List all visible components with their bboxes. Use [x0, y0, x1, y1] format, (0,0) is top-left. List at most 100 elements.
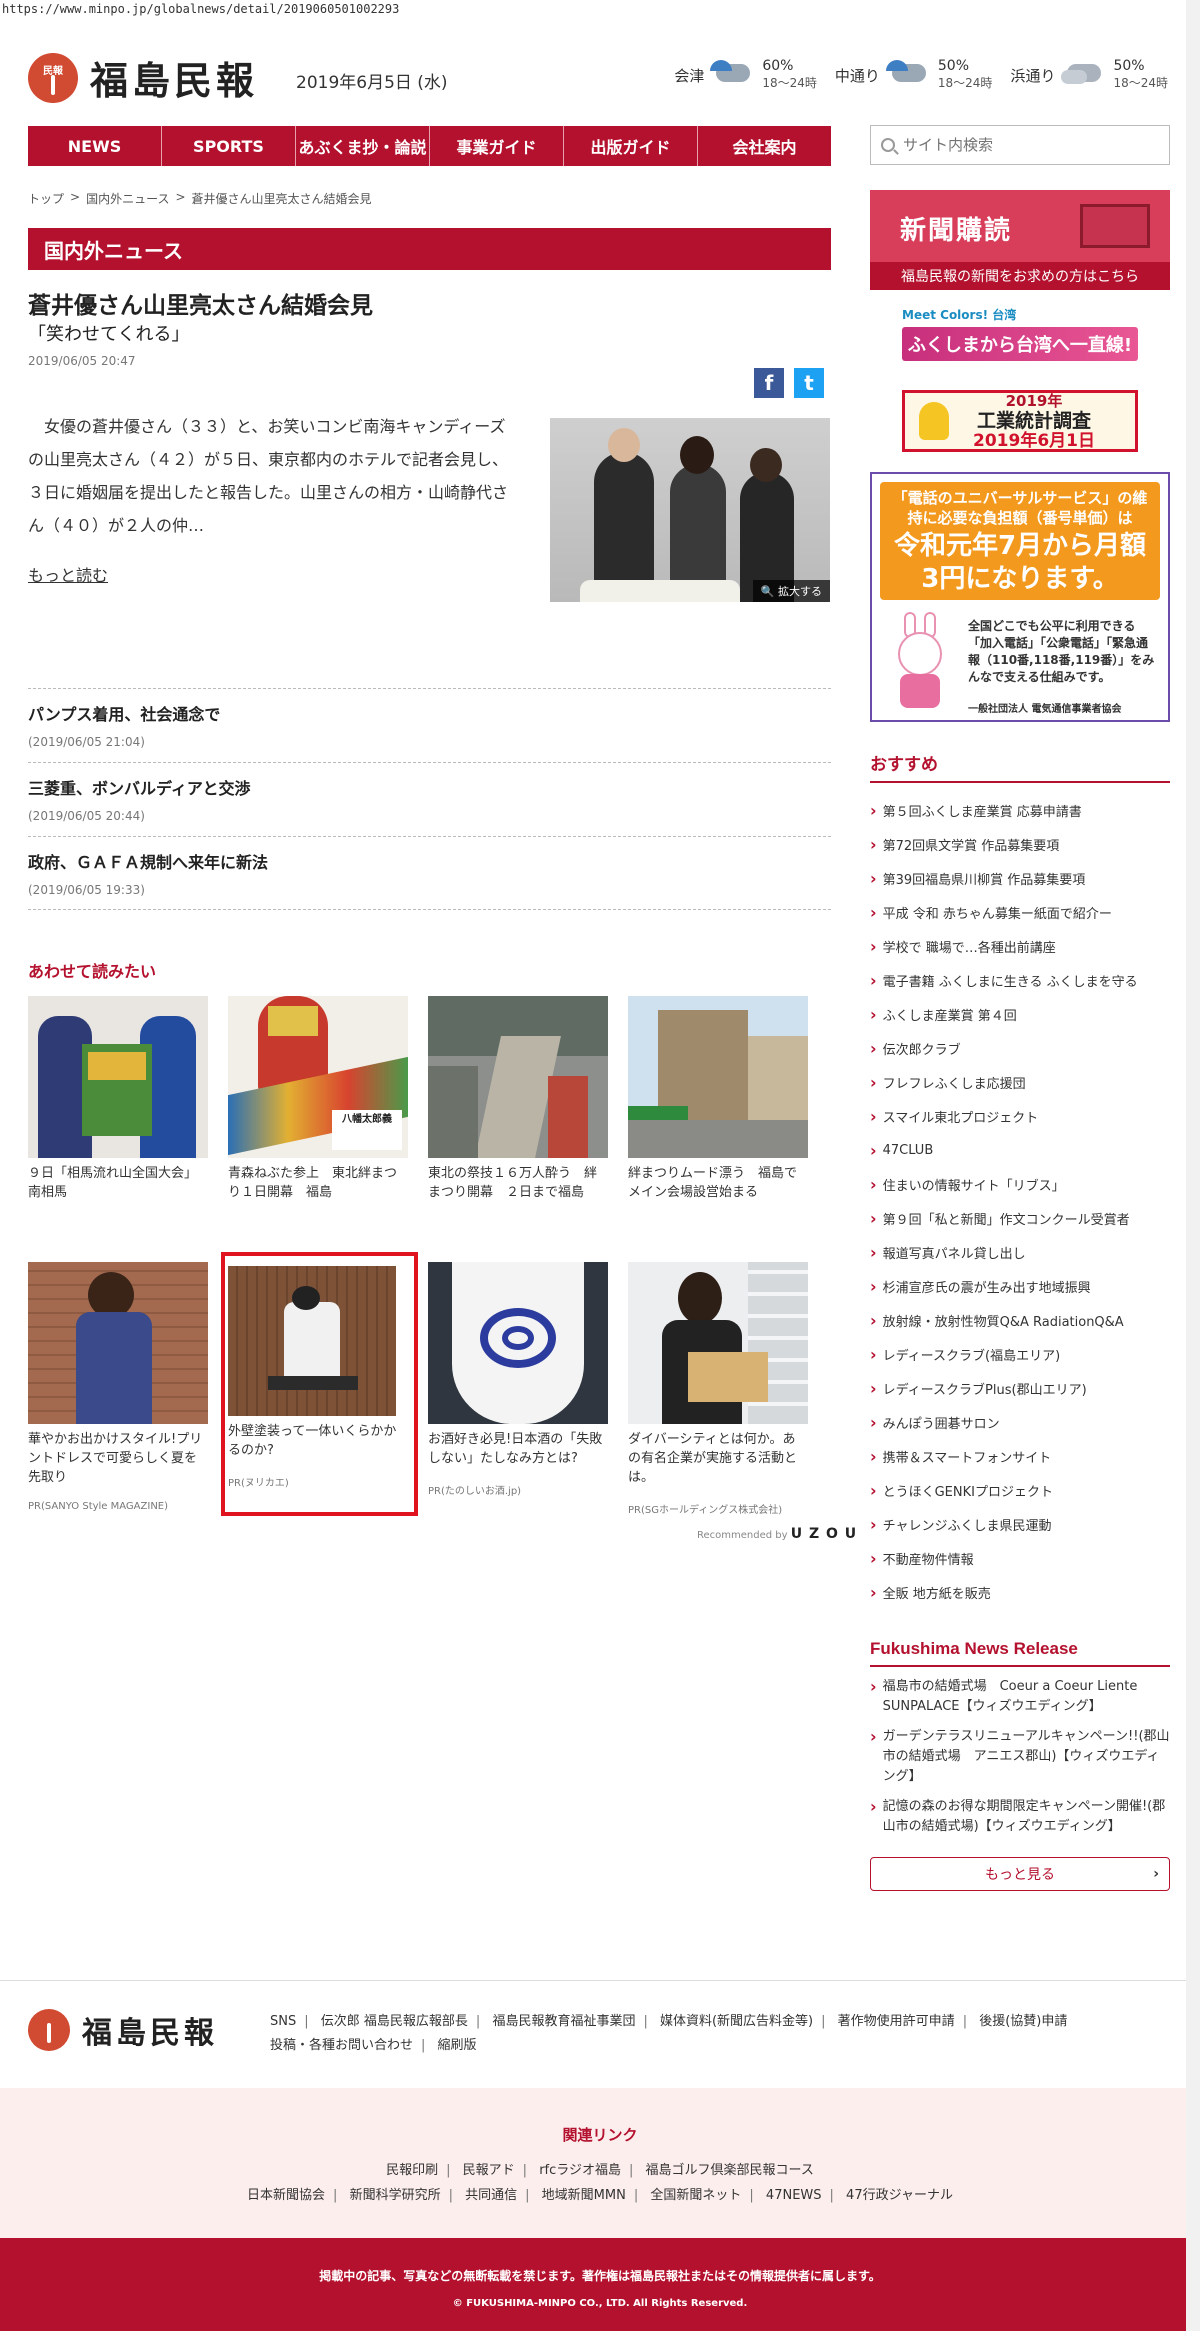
recommend-link[interactable]: 杉浦宣彦氏の震が生み出す地域振興 — [870, 1269, 1170, 1303]
nav-news[interactable]: NEWS — [28, 126, 162, 166]
footer-link[interactable]: 後援(協賛)申請 — [979, 2014, 1067, 2029]
related-link[interactable]: 共同通信 — [465, 2188, 517, 2203]
related-link[interactable]: 47行政ジャーナル — [846, 2188, 953, 2203]
news-item[interactable]: 政府、ＧＡＦＡ規制へ来年に新法 (2019/06/05 19:33) — [28, 836, 831, 910]
article-date: 2019/06/05 20:47 — [28, 354, 136, 368]
page-scrollbar[interactable] — [1186, 0, 1200, 2331]
related-card[interactable]: 八幡太郎義 青森ねぶた参上 東北絆まつり１日開幕 福島 — [228, 996, 408, 1202]
ad-title[interactable]: ダイバーシティとは何か。あの有名企業が実施する活動とは。 — [628, 1430, 808, 1487]
breadcrumb-section[interactable]: 国内外ニュース — [86, 190, 169, 207]
related-thumb[interactable]: 八幡太郎義 — [228, 996, 408, 1158]
ad-thumb[interactable] — [428, 1262, 608, 1424]
related-title[interactable]: 青森ねぶた参上 東北絆まつり１日開幕 福島 — [228, 1164, 408, 1202]
news-title[interactable]: 三菱重、ボンバルディアと交渉 — [28, 775, 831, 799]
recommend-link[interactable]: 不動産物件情報 — [870, 1541, 1170, 1575]
related-card[interactable]: 東北の祭技１６万人酔う 絆まつり開幕 ２日まで福島 — [428, 996, 608, 1202]
breadcrumb-top[interactable]: トップ — [28, 190, 64, 207]
related-thumb[interactable] — [428, 996, 608, 1158]
recommend-link[interactable]: スマイル東北プロジェクト — [870, 1099, 1170, 1133]
recommend-link[interactable]: とうほくGENKIプロジェクト — [870, 1473, 1170, 1507]
footer-link[interactable]: 縮刷版 — [438, 2038, 477, 2053]
related-link[interactable]: 福島ゴルフ倶楽部民報コース — [646, 2163, 814, 2178]
more-button[interactable]: もっと見る › — [870, 1857, 1170, 1891]
related-thumb[interactable] — [628, 996, 808, 1158]
news-title[interactable]: 政府、ＧＡＦＡ規制へ来年に新法 — [28, 849, 831, 873]
site-logo[interactable]: 民報 福島民報 — [28, 50, 258, 105]
recommend-link[interactable]: 住まいの情報サイト「リブス」 — [870, 1167, 1170, 1201]
recommend-heading: おすすめ — [870, 750, 1170, 783]
subscribe-banner[interactable]: 新聞購読 福島民報の新聞をお求めの方はこちら — [870, 190, 1170, 290]
related-link[interactable]: 民報アド — [463, 2163, 515, 2178]
nav-publishing-guide[interactable]: 出版ガイド — [564, 126, 698, 166]
recommend-link[interactable]: 全販 地方紙を販売 — [870, 1575, 1170, 1609]
ad-card[interactable]: ダイバーシティとは何か。あの有名企業が実施する活動とは。 PR(SGホールディン… — [628, 1262, 808, 1516]
twitter-share-icon[interactable]: t — [794, 368, 824, 398]
nav-abukumasho[interactable]: あぶくま抄・論説 — [296, 126, 430, 166]
recommend-link[interactable]: フレフレふくしま応援団 — [870, 1065, 1170, 1099]
taiwan-banner[interactable]: Meet Colors! 台湾 ふくしまから台湾へ一直線! — [902, 306, 1138, 376]
related-link[interactable]: 全国新聞ネット — [650, 2188, 741, 2203]
related-link[interactable]: 新聞科学研究所 — [350, 2188, 441, 2203]
search-input[interactable] — [903, 136, 1143, 154]
related-link[interactable]: 47NEWS — [766, 2188, 822, 2203]
ad-thumb[interactable] — [28, 1262, 208, 1424]
related-card[interactable]: ９日「相馬流れ山全国大会」 南相馬 — [28, 996, 208, 1202]
ad-title[interactable]: 華やかお出かけスタイル!プリントドレスで可愛らしく夏を先取り — [28, 1430, 208, 1487]
read-more-link[interactable]: もっと読む — [28, 562, 108, 586]
recommend-link[interactable]: みんぽう囲碁サロン — [870, 1405, 1170, 1439]
recommend-link[interactable]: 平成 令和 赤ちゃん募集ー紙面で紹介ー — [870, 895, 1170, 929]
related-card[interactable]: 絆まつりムード漂う 福島でメイン会場設営始まる — [628, 996, 808, 1202]
related-link[interactable]: 民報印刷 — [386, 2163, 438, 2178]
footer-link[interactable]: 伝次郎 福島民報広報部長 — [321, 2014, 468, 2029]
recommend-link[interactable]: ふくしま産業賞 第４回 — [870, 997, 1170, 1031]
recommend-link[interactable]: 第39回福島県川柳賞 作品募集要項 — [870, 861, 1170, 895]
footer-link[interactable]: SNS — [270, 2014, 296, 2029]
universal-service-banner[interactable]: 「電話のユニバーサルサービス」の維持に必要な負担額（番号単価）は 令和元年7月か… — [870, 472, 1170, 722]
footer-link[interactable]: 著作物使用許可申請 — [838, 2014, 955, 2029]
related-link[interactable]: 日本新聞協会 — [247, 2188, 325, 2203]
related-title[interactable]: 東北の祭技１６万人酔う 絆まつり開幕 ２日まで福島 — [428, 1164, 608, 1202]
ad-title[interactable]: お酒好き必見!日本酒の「失敗しない」たしなみ方とは? — [428, 1430, 608, 1468]
related-link[interactable]: 地域新聞MMN — [542, 2188, 626, 2203]
recommend-link[interactable]: 第５回ふくしま産業賞 応募申請書 — [870, 793, 1170, 827]
news-title[interactable]: パンプス着用、社会通念で — [28, 701, 831, 725]
recommend-link[interactable]: 第９回「私と新聞」作文コンクール受賞者 — [870, 1201, 1170, 1235]
recommend-link[interactable]: レディースクラブ(福島エリア) — [870, 1337, 1170, 1371]
recommend-link[interactable]: チャレンジふくしま県民運動 — [870, 1507, 1170, 1541]
zoom-button[interactable]: 🔍 拡大する — [752, 580, 830, 602]
news-item[interactable]: パンプス着用、社会通念で (2019/06/05 21:04) — [28, 688, 831, 762]
nav-business-guide[interactable]: 事業ガイド — [430, 126, 564, 166]
ad-card[interactable]: お酒好き必見!日本酒の「失敗しない」たしなみ方とは? PR(たのしいお酒.jp) — [428, 1262, 608, 1516]
recommend-link[interactable]: 47CLUB — [870, 1133, 1170, 1167]
news-release-link[interactable]: › ガーデンテラスリニューアルキャンペーン!!(郡山市の結婚式場 アニエス郡山)【… — [870, 1727, 1170, 1787]
recommended-by[interactable]: Recommended by U Z O U — [697, 1526, 857, 1542]
recommend-link[interactable]: 電子書籍 ふくしまに生きる ふくしまを守る — [870, 963, 1170, 997]
related-thumb[interactable] — [28, 996, 208, 1158]
recommend-link[interactable]: 報道写真パネル貸し出し — [870, 1235, 1170, 1269]
related-title[interactable]: ９日「相馬流れ山全国大会」 南相馬 — [28, 1164, 208, 1202]
recommend-link[interactable]: 放射線・放射性物質Q&A RadiationQ&A — [870, 1303, 1170, 1337]
news-release-link[interactable]: › 福島市の結婚式場 Coeur a Coeur Liente SUNPALACE… — [870, 1677, 1170, 1717]
recommend-link[interactable]: 伝次郎クラブ — [870, 1031, 1170, 1065]
news-item[interactable]: 三菱重、ボンバルディアと交渉 (2019/06/05 20:44) — [28, 762, 831, 836]
search-icon[interactable] — [881, 138, 895, 152]
industry-survey-banner[interactable]: 2019年 工業統計調査 2019年6月1日 — [902, 390, 1138, 452]
recommend-link[interactable]: 携帯＆スマートフォンサイト — [870, 1439, 1170, 1473]
nav-sports[interactable]: SPORTS — [162, 126, 296, 166]
related-title[interactable]: 絆まつりムード漂う 福島でメイン会場設営始まる — [628, 1164, 808, 1202]
recommend-link[interactable]: レディースクラブPlus(郡山エリア) — [870, 1371, 1170, 1405]
footer-logo[interactable]: 福島民報 — [28, 2008, 218, 2052]
ad-thumb[interactable] — [628, 1262, 808, 1424]
news-release-link[interactable]: › 記憶の森のお得な期間限定キャンペーン開催!(郡山市の結婚式場)【ウィズウエディ… — [870, 1797, 1170, 1837]
footer-link[interactable]: 投稿・各種お問い合わせ — [270, 2038, 413, 2053]
related-link[interactable]: rfcラジオ福島 — [539, 2163, 621, 2178]
recommend-link[interactable]: 第72回県文学賞 作品募集要項 — [870, 827, 1170, 861]
article-photo[interactable]: 🔍 拡大する — [550, 418, 830, 602]
nav-company-info[interactable]: 会社案内 — [698, 126, 831, 166]
footer-link[interactable]: 媒体資料(新聞広告料金等) — [660, 2014, 813, 2029]
recommend-link[interactable]: 学校で 職場で…各種出前講座 — [870, 929, 1170, 963]
phone-banner-headline: 令和元年7月から月額3円になります。 — [893, 531, 1147, 594]
footer-link[interactable]: 福島民報教育福祉事業団 — [492, 2014, 635, 2029]
facebook-share-icon[interactable]: f — [754, 368, 784, 398]
ad-card[interactable]: 華やかお出かけスタイル!プリントドレスで可愛らしく夏を先取り PR(SANYO … — [28, 1262, 208, 1516]
